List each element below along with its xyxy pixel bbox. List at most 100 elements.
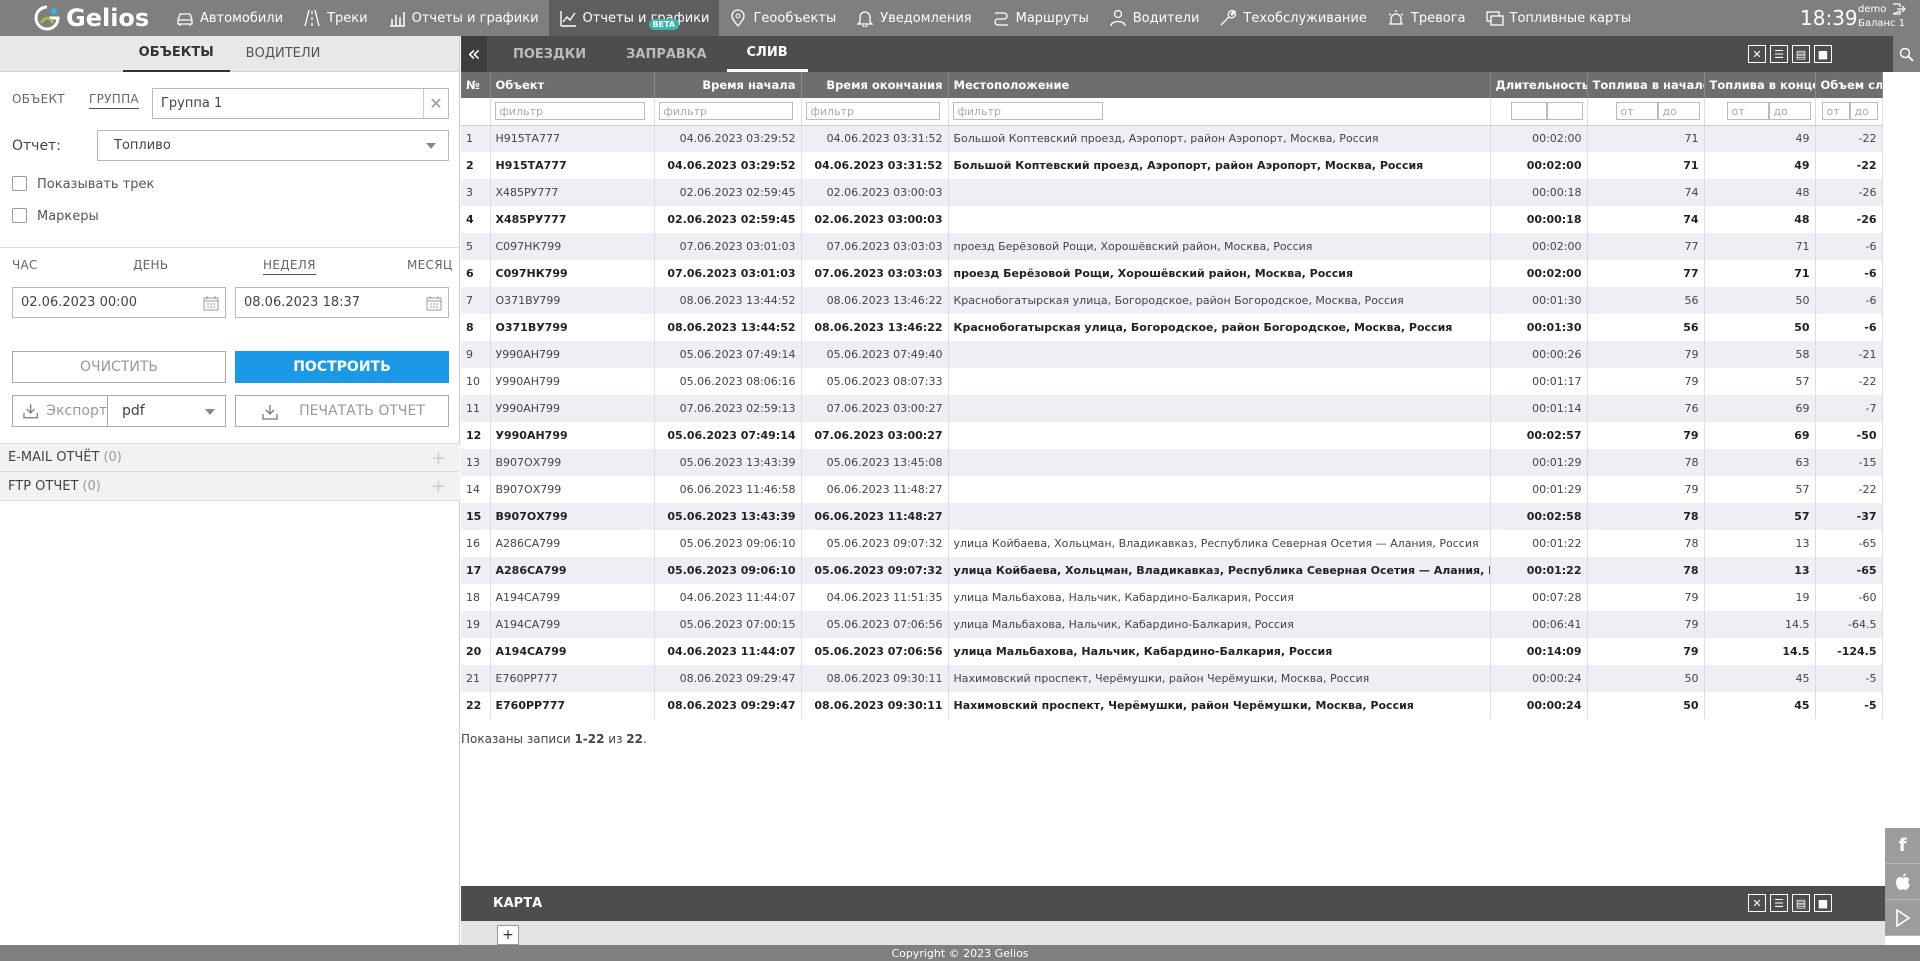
table-row[interactable]: 20 А194СА799 04.06.2023 11:44:07 05.06.2023… bbox=[461, 638, 1883, 665]
table-row[interactable]: 15 В907ОХ799 05.06.2023 13:43:39 06.06.2023… bbox=[461, 503, 1883, 530]
nav-item-2[interactable]: Отчеты и графики bbox=[378, 0, 549, 36]
table-row[interactable]: 18 А194СА799 04.06.2023 11:44:07 04.06.2023… bbox=[461, 584, 1883, 611]
google-play-icon[interactable] bbox=[1885, 900, 1920, 936]
period-week[interactable]: НЕДЕЛЯ bbox=[263, 258, 316, 275]
group-select[interactable]: Группа 1 ✕ bbox=[152, 88, 449, 119]
search-button[interactable] bbox=[1893, 36, 1920, 72]
logout-icon[interactable] bbox=[1892, 3, 1906, 15]
format-select[interactable]: pdf bbox=[108, 395, 226, 427]
maximize-icon[interactable]: ■ bbox=[1814, 45, 1832, 63]
table-row[interactable]: 3 Х485РУ777 02.06.2023 02:59:45 02.06.2023 … bbox=[461, 179, 1883, 206]
table-row[interactable]: 7 О371ВУ799 08.06.2023 13:44:52 08.06.2023 … bbox=[461, 287, 1883, 314]
duration-from-input[interactable] bbox=[1510, 102, 1547, 121]
nav-item-6[interactable]: Маршруты bbox=[982, 0, 1099, 36]
nav-item-5[interactable]: Уведомления bbox=[846, 0, 981, 36]
clear-group-icon[interactable]: ✕ bbox=[423, 89, 448, 118]
table-row[interactable]: 17 А286СА799 05.06.2023 09:06:10 05.06.2023… bbox=[461, 557, 1883, 584]
close-window-icon[interactable]: ✕ bbox=[1748, 894, 1766, 912]
plus-icon[interactable]: + bbox=[431, 476, 446, 497]
nav-item-9[interactable]: Тревога bbox=[1377, 0, 1476, 36]
table-row[interactable]: 19 А194СА799 05.06.2023 07:00:15 05.06.2023… bbox=[461, 611, 1883, 638]
table-row[interactable]: 22 Е760РР777 08.06.2023 09:29:47 08.06.2023… bbox=[461, 692, 1883, 719]
table-row[interactable]: 16 А286СА799 05.06.2023 09:06:10 05.06.2023… bbox=[461, 530, 1883, 557]
logo[interactable]: Gelios bbox=[0, 0, 150, 36]
col-fuel-start[interactable]: Топлива в начале bbox=[1587, 72, 1705, 98]
apple-icon[interactable] bbox=[1885, 864, 1920, 900]
tab-drivers[interactable]: ВОДИТЕЛИ bbox=[230, 36, 337, 72]
split-view-icon[interactable]: ▤ bbox=[1792, 45, 1810, 63]
split-view-icon[interactable]: ▤ bbox=[1792, 894, 1810, 912]
col-fuel-end[interactable]: Топлива в конце bbox=[1704, 72, 1816, 98]
table-row[interactable]: 4 Х485РУ777 02.06.2023 02:59:45 02.06.2023 … bbox=[461, 206, 1883, 233]
ftp-report-section[interactable]: FTP ОТЧЕТ (0) + bbox=[0, 472, 460, 501]
period-month[interactable]: МЕСЯЦ bbox=[407, 258, 452, 272]
period-hour[interactable]: ЧАС bbox=[12, 258, 38, 272]
nav-item-7[interactable]: Водители bbox=[1099, 0, 1210, 36]
col-drain-volume[interactable]: Объем слива bbox=[1815, 72, 1883, 98]
show-track-checkbox[interactable] bbox=[12, 176, 27, 191]
facebook-icon[interactable]: f bbox=[1885, 828, 1920, 864]
col-object[interactable]: Объект bbox=[490, 72, 655, 98]
tab-drain[interactable]: СЛИВ bbox=[726, 36, 808, 72]
build-button[interactable]: ПОСТРОИТЬ bbox=[235, 351, 449, 383]
fuel-end-from-input[interactable]: от bbox=[1726, 102, 1769, 121]
close-window-icon[interactable]: ✕ bbox=[1748, 45, 1766, 63]
col-end-time[interactable]: Время окончания bbox=[801, 72, 949, 98]
table-row[interactable]: 2 Н915ТА777 04.06.2023 03:29:52 04.06.2023 … bbox=[461, 152, 1883, 179]
date-from-input[interactable]: 02.06.2023 00:00 bbox=[12, 287, 226, 318]
object-filter-input[interactable]: фильтр bbox=[494, 102, 645, 121]
drain-to-input[interactable]: до bbox=[1849, 102, 1878, 121]
duration-to-input[interactable] bbox=[1546, 102, 1583, 121]
table-row[interactable]: 9 У990АН799 05.06.2023 07:49:14 05.06.2023 … bbox=[461, 341, 1883, 368]
tab-objects[interactable]: ОБЪЕКТЫ bbox=[122, 36, 230, 72]
zoom-in-button[interactable]: + bbox=[497, 925, 519, 945]
fuel-start-to-input[interactable]: до bbox=[1657, 102, 1700, 121]
fuel-start-from-input[interactable]: от bbox=[1615, 102, 1658, 121]
maximize-icon[interactable]: ■ bbox=[1814, 894, 1832, 912]
table-row[interactable]: 10 У990АН799 05.06.2023 08:06:16 05.06.2023… bbox=[461, 368, 1883, 395]
table-row[interactable]: 14 В907ОХ799 06.06.2023 11:46:58 06.06.2023… bbox=[461, 476, 1883, 503]
nav-item-8[interactable]: Техобслуживание bbox=[1209, 0, 1377, 36]
end-time-filter-input[interactable]: фильтр bbox=[805, 102, 940, 121]
export-button[interactable]: Экспорт bbox=[12, 395, 108, 427]
collapse-left-panel-icon[interactable]: « bbox=[461, 36, 487, 72]
drain-from-input[interactable]: от bbox=[1821, 102, 1850, 121]
start-time-filter-input[interactable]: фильтр bbox=[658, 102, 793, 121]
col-start-time[interactable]: Время начала bbox=[654, 72, 802, 98]
calendar-icon[interactable] bbox=[426, 296, 442, 311]
col-duration[interactable]: Длительность bbox=[1490, 72, 1588, 98]
table-row[interactable]: 11 У990АН799 07.06.2023 02:59:13 07.06.2023… bbox=[461, 395, 1883, 422]
date-to-input[interactable]: 08.06.2023 18:37 bbox=[235, 287, 449, 318]
report-select[interactable]: Топливо bbox=[97, 130, 449, 161]
list-view-icon[interactable]: ☰ bbox=[1770, 894, 1788, 912]
markers-checkbox[interactable] bbox=[12, 208, 27, 223]
email-report-section[interactable]: E-MAIL ОТЧЁТ (0) + bbox=[0, 443, 460, 472]
tab-refuel[interactable]: ЗАПРАВКА bbox=[606, 36, 726, 72]
table-row[interactable]: 6 С097НК799 07.06.2023 03:01:03 07.06.2023 … bbox=[461, 260, 1883, 287]
col-location[interactable]: Местоположение bbox=[948, 72, 1491, 98]
list-view-icon[interactable]: ☰ bbox=[1770, 45, 1788, 63]
print-report-button[interactable]: ПЕЧАТАТЬ ОТЧЕТ bbox=[235, 395, 449, 427]
nav-item-3[interactable]: Отчеты и графики BETA bbox=[548, 0, 720, 36]
period-day[interactable]: ДЕНЬ bbox=[133, 258, 168, 272]
plus-icon[interactable]: + bbox=[431, 448, 446, 469]
calendar-icon[interactable] bbox=[203, 296, 219, 311]
col-number[interactable]: № bbox=[461, 72, 491, 98]
table-row[interactable]: 5 С097НК799 07.06.2023 03:01:03 07.06.2023 … bbox=[461, 233, 1883, 260]
tab-trips[interactable]: ПОЕЗДКИ bbox=[493, 36, 606, 72]
table-row[interactable]: 13 В907ОХ799 05.06.2023 13:43:39 05.06.2023… bbox=[461, 449, 1883, 476]
table-row[interactable]: 1 Н915ТА777 04.06.2023 03:29:52 04.06.2023 … bbox=[461, 125, 1883, 152]
location-filter-input[interactable]: фильтр bbox=[952, 102, 1103, 121]
map-area[interactable]: + bbox=[461, 921, 1885, 945]
nav-item-0[interactable]: Автомобили bbox=[166, 0, 293, 36]
mode-object[interactable]: ОБЪЕКТ bbox=[12, 92, 65, 106]
table-row[interactable]: 8 О371ВУ799 08.06.2023 13:44:52 08.06.2023 … bbox=[461, 314, 1883, 341]
table-row[interactable]: 12 У990АН799 05.06.2023 07:49:14 07.06.2023… bbox=[461, 422, 1883, 449]
nav-item-10[interactable]: Топливные карты bbox=[1476, 0, 1642, 36]
table-row[interactable]: 21 Е760РР777 08.06.2023 09:29:47 08.06.2023… bbox=[461, 665, 1883, 692]
clear-button[interactable]: ОЧИСТИТЬ bbox=[12, 351, 226, 383]
fuel-end-to-input[interactable]: до bbox=[1768, 102, 1811, 121]
mode-group[interactable]: ГРУППА bbox=[89, 92, 139, 109]
nav-item-1[interactable]: Треки bbox=[293, 0, 378, 36]
nav-item-4[interactable]: Геообъекты bbox=[719, 0, 846, 36]
